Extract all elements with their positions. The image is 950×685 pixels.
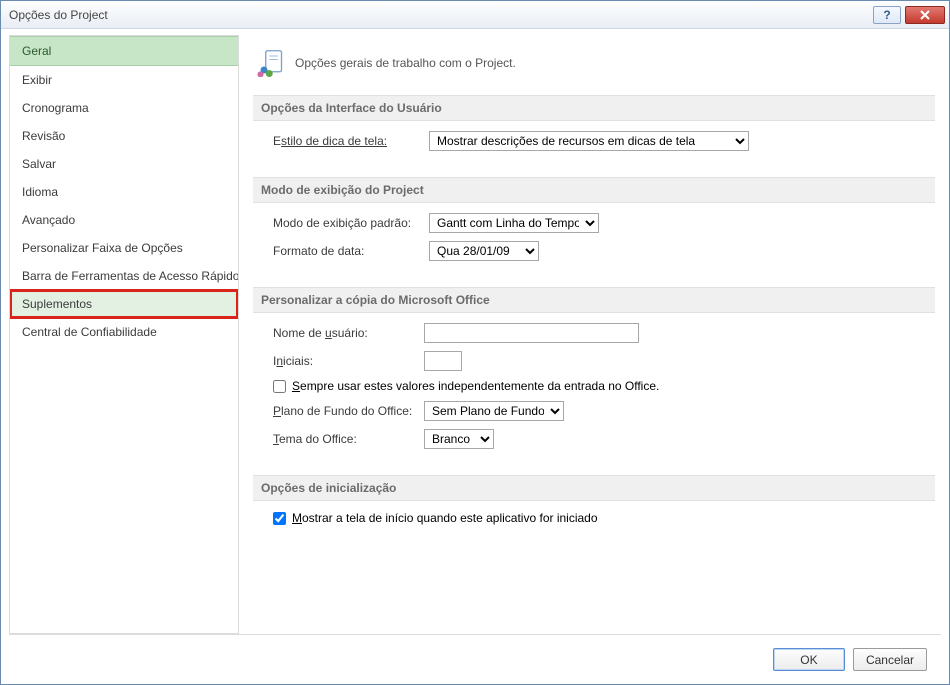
main-panel: Opções gerais de trabalho com o Project.… bbox=[239, 35, 941, 634]
window-title: Opções do Project bbox=[9, 8, 873, 22]
office-theme-label: Tema do Office: bbox=[273, 432, 418, 446]
titlebar-buttons: ? bbox=[873, 6, 945, 24]
sidebar-item-avancado[interactable]: Avançado bbox=[10, 206, 238, 234]
initials-input[interactable] bbox=[424, 351, 462, 371]
ok-button[interactable]: OK bbox=[773, 648, 845, 671]
always-use-values-checkbox[interactable] bbox=[273, 380, 286, 393]
sidebar-item-idioma[interactable]: Idioma bbox=[10, 178, 238, 206]
section-ui-options: Opções da Interface do Usuário Estilo de… bbox=[253, 95, 935, 163]
screentip-style-select[interactable]: Mostrar descrições de recursos em dicas … bbox=[429, 131, 749, 151]
options-window: Opções do Project ? Geral Exibir Cronogr… bbox=[0, 0, 950, 685]
show-start-screen-checkbox[interactable] bbox=[273, 512, 286, 525]
username-label: Nome de usuário: bbox=[273, 326, 418, 340]
cancel-button[interactable]: Cancelar bbox=[853, 648, 927, 671]
sidebar-item-label: Revisão bbox=[22, 129, 65, 143]
default-view-select[interactable]: Gantt com Linha do Tempo bbox=[429, 213, 599, 233]
section-office-copy: Personalizar a cópia do Microsoft Office… bbox=[253, 287, 935, 461]
sidebar-item-cronograma[interactable]: Cronograma bbox=[10, 94, 238, 122]
sidebar-item-label: Suplementos bbox=[22, 297, 92, 311]
section-header: Personalizar a cópia do Microsoft Office bbox=[253, 287, 935, 313]
always-use-values-label: Sempre usar estes valores independenteme… bbox=[292, 379, 659, 393]
office-background-select[interactable]: Sem Plano de Fundo bbox=[424, 401, 564, 421]
page-hero: Opções gerais de trabalho com o Project. bbox=[253, 41, 935, 95]
titlebar: Opções do Project ? bbox=[1, 1, 949, 29]
sidebar-item-central-confiabilidade[interactable]: Central de Confiabilidade bbox=[10, 318, 238, 346]
section-startup: Opções de inicialização Mostrar a tela d… bbox=[253, 475, 935, 537]
sidebar-item-revisao[interactable]: Revisão bbox=[10, 122, 238, 150]
category-sidebar: Geral Exibir Cronograma Revisão Salvar I… bbox=[9, 35, 239, 634]
page-hero-text: Opções gerais de trabalho com o Project. bbox=[295, 56, 516, 70]
sidebar-item-label: Barra de Ferramentas de Acesso Rápido bbox=[22, 269, 239, 283]
sidebar-item-exibir[interactable]: Exibir bbox=[10, 66, 238, 94]
section-project-view: Modo de exibição do Project Modo de exib… bbox=[253, 177, 935, 273]
office-background-label: Plano de Fundo do Office: bbox=[273, 404, 418, 418]
sidebar-item-barra-acesso-rapido[interactable]: Barra de Ferramentas de Acesso Rápido bbox=[10, 262, 238, 290]
sidebar-item-label: Geral bbox=[22, 44, 51, 58]
section-header: Opções de inicialização bbox=[253, 475, 935, 501]
dialog-body: Geral Exibir Cronograma Revisão Salvar I… bbox=[1, 29, 949, 634]
close-icon bbox=[919, 10, 931, 20]
dialog-footer: OK Cancelar bbox=[9, 634, 941, 684]
close-button[interactable] bbox=[905, 6, 945, 24]
sidebar-item-label: Idioma bbox=[22, 185, 58, 199]
initials-label: Iniciais: bbox=[273, 354, 418, 368]
sidebar-item-personalizar-faixa[interactable]: Personalizar Faixa de Opções bbox=[10, 234, 238, 262]
sidebar-item-label: Salvar bbox=[22, 157, 56, 171]
screentip-style-label: Estilo de dica de tela: bbox=[273, 134, 423, 148]
help-icon: ? bbox=[883, 8, 890, 22]
sidebar-item-label: Avançado bbox=[22, 213, 75, 227]
section-header: Opções da Interface do Usuário bbox=[253, 95, 935, 121]
date-format-label: Formato de data: bbox=[273, 244, 423, 258]
section-header: Modo de exibição do Project bbox=[253, 177, 935, 203]
default-view-label: Modo de exibição padrão: bbox=[273, 216, 423, 230]
office-theme-select[interactable]: Branco bbox=[424, 429, 494, 449]
sidebar-item-geral[interactable]: Geral bbox=[10, 36, 238, 66]
sidebar-item-salvar[interactable]: Salvar bbox=[10, 150, 238, 178]
sidebar-item-label: Cronograma bbox=[22, 101, 89, 115]
date-format-select[interactable]: Qua 28/01/09 bbox=[429, 241, 539, 261]
sidebar-item-label: Personalizar Faixa de Opções bbox=[22, 241, 183, 255]
button-label: OK bbox=[800, 653, 817, 667]
sidebar-item-label: Central de Confiabilidade bbox=[22, 325, 157, 339]
help-button[interactable]: ? bbox=[873, 6, 901, 24]
sidebar-item-label: Exibir bbox=[22, 73, 52, 87]
username-input[interactable] bbox=[424, 323, 639, 343]
project-options-icon bbox=[257, 49, 285, 77]
show-start-screen-label: Mostrar a tela de início quando este apl… bbox=[292, 511, 598, 525]
button-label: Cancelar bbox=[866, 653, 914, 667]
sidebar-item-suplementos[interactable]: Suplementos bbox=[10, 290, 238, 318]
